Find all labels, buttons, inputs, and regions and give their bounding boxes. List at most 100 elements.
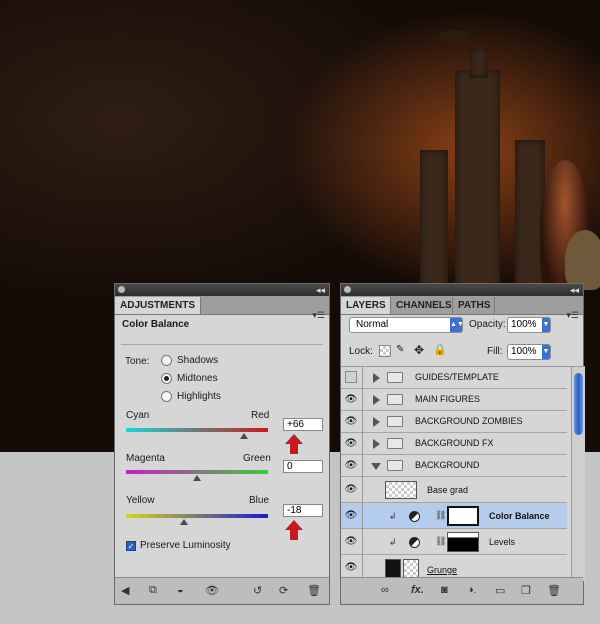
close-icon[interactable] bbox=[118, 286, 125, 293]
eye-icon[interactable]: 👁 bbox=[344, 509, 358, 522]
new-layer-icon[interactable]: ❐ bbox=[521, 584, 531, 597]
layer-name: Levels bbox=[489, 537, 516, 547]
layer-row-background-zombies[interactable]: 👁 BACKGROUND ZOMBIES bbox=[341, 411, 567, 433]
new-adjustment-icon[interactable]: ◑. bbox=[467, 584, 477, 596]
layer-row-background-fx[interactable]: 👁 BACKGROUND FX bbox=[341, 433, 567, 455]
eye-icon[interactable]: 👁 bbox=[344, 483, 358, 496]
shadows-radio[interactable] bbox=[161, 355, 172, 366]
eye-icon[interactable]: 👁 bbox=[344, 561, 358, 574]
expand-arrow-icon[interactable] bbox=[373, 417, 380, 427]
close-icon[interactable] bbox=[344, 286, 351, 293]
midtones-radio[interactable] bbox=[161, 373, 172, 384]
layer-row-color-balance[interactable]: 👁 ↲ ⛓ Color Balance bbox=[341, 503, 567, 529]
eye-icon[interactable]: 👁 bbox=[205, 584, 219, 597]
shadows-label: Shadows bbox=[177, 355, 219, 366]
collapse-icon[interactable]: ◂◂ bbox=[316, 284, 325, 296]
collapse-icon[interactable]: ◂◂ bbox=[570, 284, 579, 296]
lock-all-icon[interactable]: 🔒 bbox=[433, 343, 447, 356]
collapse-arrow-icon[interactable] bbox=[371, 463, 381, 470]
eye-icon[interactable]: 👁 bbox=[344, 437, 358, 450]
skyscraper-shape bbox=[470, 48, 488, 78]
tab-channels[interactable]: CHANNELS bbox=[391, 297, 453, 314]
fill-label: Fill: bbox=[487, 346, 503, 357]
layer-mask-thumbnail bbox=[447, 506, 479, 526]
view-previous-icon[interactable]: ↺ bbox=[253, 584, 262, 597]
panel-titlebar[interactable]: ◂◂ bbox=[341, 284, 583, 296]
blend-mode-select[interactable]: Normal ▲▼ bbox=[349, 317, 464, 333]
trash-icon[interactable]: 🗑 bbox=[307, 584, 321, 597]
trash-icon[interactable]: 🗑 bbox=[547, 584, 561, 597]
eye-icon[interactable]: 👁 bbox=[344, 535, 358, 548]
yellow-blue-slider-thumb[interactable] bbox=[180, 519, 189, 525]
layer-thumbnail bbox=[385, 559, 401, 579]
link-layers-icon[interactable]: ∞ bbox=[381, 584, 389, 596]
expand-arrow-icon[interactable] bbox=[373, 395, 380, 405]
eye-icon[interactable]: 👁 bbox=[344, 459, 358, 472]
blue-label: Blue bbox=[249, 495, 270, 506]
cyan-red-value-input[interactable]: +66 bbox=[283, 418, 323, 431]
cyan-red-slider-track[interactable] bbox=[126, 428, 268, 432]
folder-icon bbox=[387, 372, 403, 383]
layers-list: GUIDES/TEMPLATE 👁 MAIN FIGURES 👁 BACKGRO… bbox=[341, 366, 585, 581]
back-arrow-icon[interactable]: ◀ bbox=[121, 584, 129, 597]
divider bbox=[121, 344, 323, 345]
expand-view-icon[interactable]: ⧉ bbox=[149, 584, 157, 597]
layer-row-main-figures[interactable]: 👁 MAIN FIGURES bbox=[341, 389, 567, 411]
adjustments-tabstrip: ADJUSTMENTS ▾☰ bbox=[115, 296, 329, 320]
adjustment-layer-icon bbox=[409, 537, 420, 548]
panel-menu-icon[interactable]: ▾☰ bbox=[312, 310, 325, 321]
layer-row-levels[interactable]: 👁 ↲ ⛓ Levels bbox=[341, 529, 567, 555]
tab-layers[interactable]: LAYERS bbox=[341, 297, 391, 314]
clip-to-layer-icon[interactable]: ◒ bbox=[177, 584, 184, 596]
chain-link-icon[interactable]: ⛓ bbox=[435, 510, 446, 521]
folder-icon bbox=[387, 394, 403, 405]
layer-name: BACKGROUND FX bbox=[415, 438, 494, 448]
preserve-luminosity-checkbox[interactable]: ✓ bbox=[126, 541, 136, 551]
figure-shape bbox=[565, 230, 600, 290]
layer-row-background[interactable]: 👁 BACKGROUND bbox=[341, 455, 567, 477]
magenta-green-value-input[interactable]: 0 bbox=[283, 460, 323, 473]
layer-mask-thumbnail bbox=[447, 532, 479, 552]
add-mask-icon[interactable]: ◙ bbox=[441, 584, 448, 596]
layer-thumbnail bbox=[385, 481, 417, 499]
lock-transparency-icon[interactable] bbox=[379, 345, 391, 357]
eye-icon[interactable]: 👁 bbox=[344, 415, 358, 428]
fill-value: 100% bbox=[511, 346, 537, 357]
yellow-blue-slider-track[interactable] bbox=[126, 514, 268, 518]
cyan-red-slider-thumb[interactable] bbox=[239, 433, 248, 439]
expand-arrow-icon[interactable] bbox=[373, 373, 380, 383]
layer-name: BACKGROUND ZOMBIES bbox=[415, 416, 523, 426]
magenta-green-slider-thumb[interactable] bbox=[193, 475, 201, 481]
adjustments-footer: ◀ ⧉ ◒ 👁 ↺ ⟳ 🗑 bbox=[115, 577, 329, 604]
blend-mode-value: Normal bbox=[356, 319, 389, 330]
adjustments-panel: ◂◂ ADJUSTMENTS ▾☰ Color Balance Tone: Sh… bbox=[114, 283, 330, 605]
lock-position-icon[interactable]: ✥ bbox=[414, 343, 424, 357]
visibility-toggle-empty[interactable] bbox=[345, 371, 357, 383]
layer-name: Base grad bbox=[427, 485, 469, 495]
expand-arrow-icon[interactable] bbox=[373, 439, 380, 449]
layer-row-guides-template[interactable]: GUIDES/TEMPLATE bbox=[341, 367, 567, 389]
panel-titlebar[interactable]: ◂◂ bbox=[115, 284, 329, 296]
highlights-radio[interactable] bbox=[161, 391, 172, 402]
adjustment-layer-icon bbox=[409, 511, 420, 522]
scrollbar-thumb[interactable] bbox=[574, 373, 583, 435]
arrow-up-icon bbox=[285, 520, 303, 530]
new-group-icon[interactable]: ▭ bbox=[495, 584, 505, 597]
fill-field[interactable]: 100% ▼ bbox=[507, 344, 551, 360]
reset-icon[interactable]: ⟳ bbox=[279, 584, 288, 597]
panel-menu-icon[interactable]: ▾☰ bbox=[566, 310, 579, 321]
layers-scrollbar[interactable] bbox=[571, 367, 585, 581]
fx-icon[interactable]: fx. bbox=[411, 584, 424, 596]
eye-icon[interactable]: 👁 bbox=[344, 393, 358, 406]
folder-icon bbox=[387, 416, 403, 427]
tab-adjustments[interactable]: ADJUSTMENTS bbox=[115, 297, 202, 314]
opacity-field[interactable]: 100% ▼ bbox=[507, 317, 551, 333]
cyan-label: Cyan bbox=[126, 410, 150, 421]
layers-footer: ∞ fx. ◙ ◑. ▭ ❐ 🗑 bbox=[341, 577, 583, 604]
layer-row-base-grad[interactable]: 👁 Base grad bbox=[341, 477, 567, 503]
chain-link-icon[interactable]: ⛓ bbox=[435, 536, 446, 547]
magenta-green-slider-track[interactable] bbox=[126, 470, 268, 474]
yellow-blue-value-input[interactable]: -18 bbox=[283, 504, 323, 517]
lock-pixels-icon[interactable]: ✎ bbox=[396, 344, 404, 355]
tab-paths[interactable]: PATHS bbox=[453, 297, 495, 314]
